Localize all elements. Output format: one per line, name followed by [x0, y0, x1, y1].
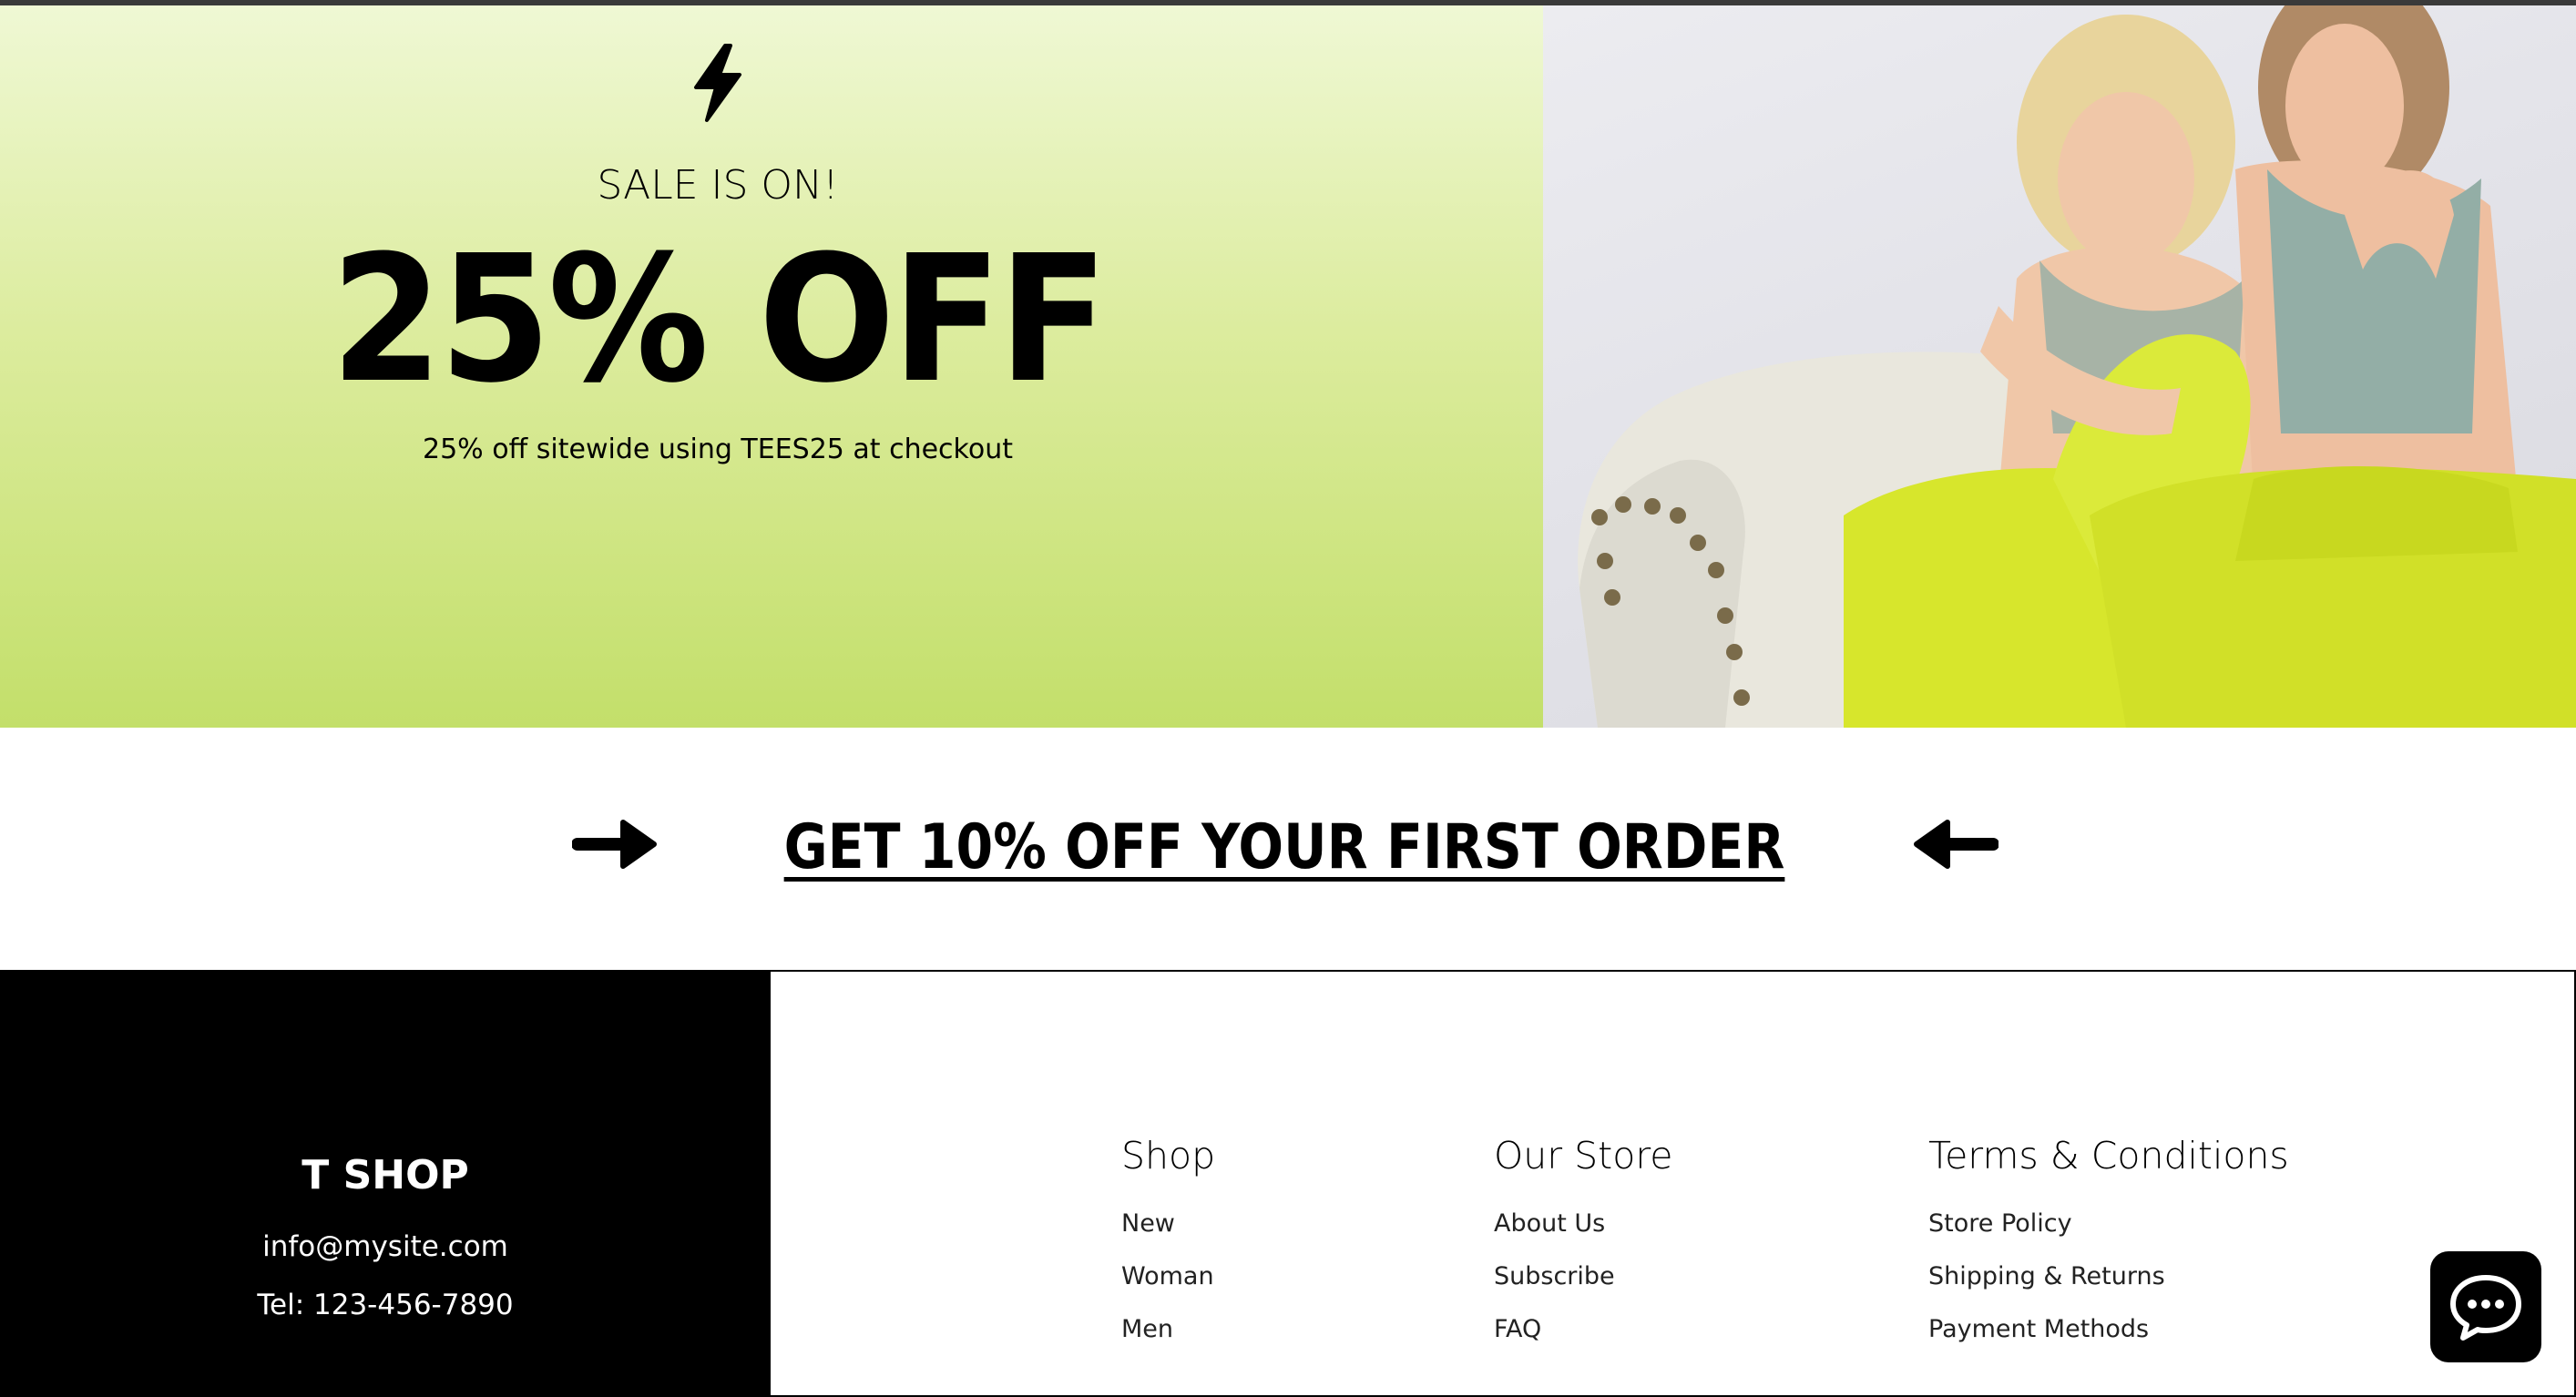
arrow-left-icon — [1914, 820, 1998, 869]
footer-heading-shop: Shop — [1121, 1134, 1216, 1178]
sale-subtext: 25% off sitewide using TEES25 at checkou… — [422, 433, 1013, 465]
contact-email[interactable]: info@mysite.com — [0, 1230, 771, 1263]
footer-column-shop: Shop New Woman Men — [1121, 1134, 1215, 1356]
footer-link-shipping-returns[interactable]: Shipping & Returns — [1928, 1250, 2289, 1303]
footer-link-men[interactable]: Men — [1121, 1303, 1215, 1356]
chat-bubble-icon — [2450, 1275, 2521, 1341]
first-order-discount-link[interactable]: GET 10% OFF YOUR FIRST ORDER — [775, 811, 1794, 883]
arrow-right-icon — [572, 820, 657, 869]
footer-heading-terms: Terms & Conditions — [1928, 1134, 2289, 1178]
footer-link-about-us[interactable]: About Us — [1494, 1198, 1673, 1250]
chat-button[interactable] — [2430, 1251, 2541, 1362]
models-in-neon-pants-photo — [1578, 5, 2576, 728]
footer-link-faq[interactable]: FAQ — [1494, 1303, 1673, 1356]
footer-column-terms: Terms & Conditions Store Policy Shipping… — [1928, 1134, 2289, 1356]
contact-phone: Tel: 123-456-7890 — [257, 1289, 514, 1321]
footer-brand-block: T SHOP info@mysite.com Tel: 123-456-7890 — [0, 970, 771, 1397]
footer-links: Shop New Woman Men Our Store About Us Su… — [771, 970, 2576, 1397]
hero-banner: SALE IS ON! 25% OFF 25% off sitewide usi… — [0, 5, 2576, 728]
footer-link-woman[interactable]: Woman — [1121, 1250, 1215, 1303]
site-footer: T SHOP info@mysite.com Tel: 123-456-7890… — [0, 970, 2576, 1397]
footer-link-payment-methods[interactable]: Payment Methods — [1928, 1303, 2289, 1356]
hero-photo — [1543, 5, 2576, 728]
promo-strip: GET 10% OFF YOUR FIRST ORDER — [0, 728, 2576, 970]
sale-kicker: SALE IS ON! — [597, 162, 839, 209]
sale-headline: 25% OFF — [330, 219, 1109, 422]
brand-name: T SHOP — [302, 1152, 469, 1198]
footer-heading-our-store: Our Store — [1494, 1134, 1673, 1178]
footer-link-store-policy[interactable]: Store Policy — [1928, 1198, 2289, 1250]
footer-link-new[interactable]: New — [1121, 1198, 1215, 1250]
lightning-bolt-icon — [694, 44, 741, 122]
footer-link-subscribe[interactable]: Subscribe — [1494, 1250, 1673, 1303]
footer-column-our-store: Our Store About Us Subscribe FAQ — [1494, 1134, 1673, 1356]
sale-panel: SALE IS ON! 25% OFF 25% off sitewide usi… — [0, 5, 1543, 728]
